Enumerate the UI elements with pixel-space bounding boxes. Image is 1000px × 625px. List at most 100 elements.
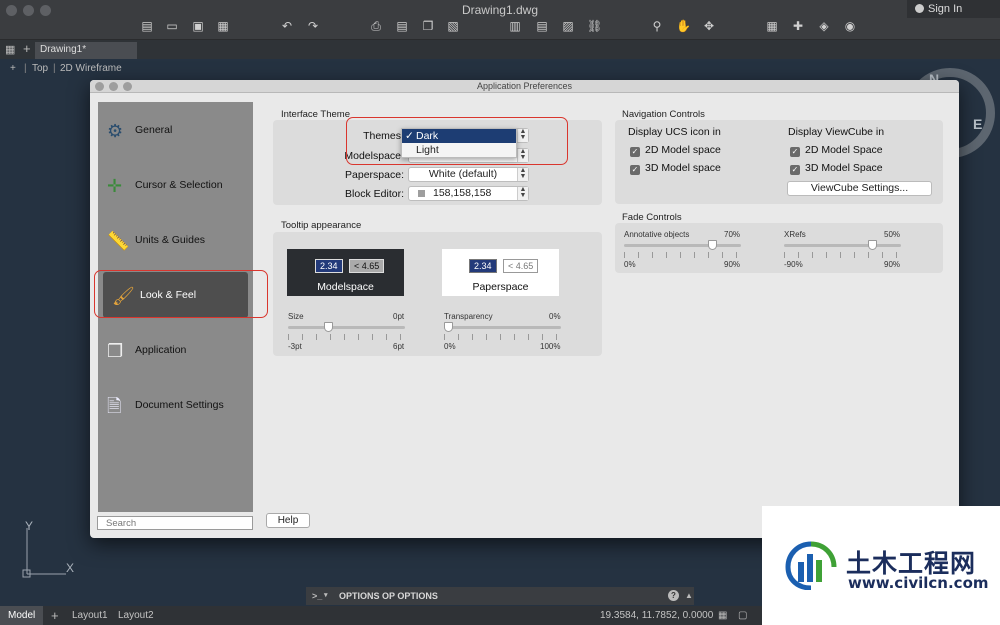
sidebar-item-document-settings[interactable]: 🗎 Document Settings: [98, 382, 253, 428]
annotative-slider[interactable]: [624, 240, 741, 250]
block-editor-select[interactable]: 158,158,158 ▲ ▼: [408, 186, 529, 201]
xrefs-slider-knob[interactable]: [868, 240, 877, 250]
add-layout-icon[interactable]: +: [51, 606, 59, 625]
command-prompt-icon[interactable]: >_: [312, 587, 322, 605]
xrefs-slider[interactable]: [784, 240, 901, 250]
sidebar-item-application[interactable]: ❐ Application: [98, 327, 253, 373]
layout1-tab[interactable]: Layout1: [64, 606, 116, 625]
transparency-slider[interactable]: [444, 322, 561, 332]
annotative-slider-knob[interactable]: [708, 240, 717, 250]
sign-in-button[interactable]: Sign In: [907, 0, 1000, 18]
properties-icon[interactable]: ▨: [561, 20, 575, 33]
highlight-themes: [346, 117, 568, 165]
ucs-3d-checkbox[interactable]: ✓ 3D Model space: [630, 162, 721, 175]
block-editor-value: 158,158,158: [433, 187, 492, 199]
civilcn-logo-icon: [785, 541, 837, 590]
pan-hand-icon[interactable]: ✋: [676, 20, 691, 33]
help-icon[interactable]: ?: [668, 590, 679, 601]
checkbox-label: 3D Model space: [645, 162, 721, 174]
import-icon[interactable]: ▥: [508, 20, 522, 33]
dialog-minimize-button[interactable]: [109, 82, 118, 91]
size-slider[interactable]: [288, 322, 405, 332]
sidebar-item-cursor-selection[interactable]: ✛ Cursor & Selection: [98, 162, 253, 208]
watermark-url: www.civilcn.com: [848, 574, 989, 592]
snap-toggle-icon[interactable]: ▢: [738, 606, 747, 625]
copy-icon[interactable]: ❐: [421, 20, 435, 33]
sidebar-item-label: Application: [135, 344, 187, 356]
export-icon[interactable]: ▤: [535, 20, 549, 33]
visual-style-label[interactable]: 2D Wireframe: [60, 60, 122, 78]
new-file-icon[interactable]: ▤: [140, 20, 154, 33]
view-direction-label[interactable]: Top: [32, 60, 48, 78]
help-button[interactable]: Help: [266, 513, 310, 528]
paperspace-value: White (default): [428, 168, 498, 180]
layout2-tab[interactable]: Layout2: [110, 606, 162, 625]
sign-in-label: Sign In: [928, 3, 963, 15]
size-ticks: [288, 334, 405, 340]
zoom-icon[interactable]: ⚲: [650, 20, 664, 33]
search-input[interactable]: Search: [97, 516, 253, 530]
render-icon[interactable]: ▦: [765, 20, 779, 33]
grid-toggle-icon[interactable]: ▦: [718, 606, 727, 625]
undo-icon[interactable]: ↶: [280, 20, 294, 33]
layers-icon[interactable]: ▧: [446, 20, 460, 33]
command-text: OPTIONS OP OPTIONS: [339, 591, 438, 601]
dialog-title: Application Preferences: [476, 81, 573, 91]
tooltip-paperspace-preview: 2.34 < 4.65 Paperspace: [442, 249, 559, 296]
stepper-icon: ▲ ▼: [517, 186, 528, 200]
command-line[interactable]: >_ ▾ OPTIONS OP OPTIONS ? ▲: [306, 587, 694, 605]
plugin-icon[interactable]: ✚: [791, 20, 805, 33]
grid-menu-icon[interactable]: ▦: [5, 43, 15, 56]
annotative-ticks: [624, 252, 741, 258]
sidebar-item-units-guides[interactable]: 📏 Units & Guides: [98, 217, 253, 263]
save-as-icon[interactable]: ▦: [216, 20, 230, 33]
ucs-title: Display UCS icon in: [628, 126, 721, 138]
user-icon: [915, 4, 924, 13]
ucs-y-label: Y: [25, 519, 34, 533]
publish-icon[interactable]: ▤: [395, 20, 409, 33]
annotative-min: 0%: [624, 260, 636, 269]
checkbox-label: 2D Model space: [645, 144, 721, 156]
lights-icon[interactable]: ◉: [843, 20, 857, 33]
prompt-dropdown-icon[interactable]: ▾: [324, 587, 328, 605]
checkmark-icon: ✓: [630, 147, 640, 157]
sidebar-item-general[interactable]: ⚙ General: [98, 107, 253, 153]
sidebar-item-label: Document Settings: [135, 399, 224, 411]
annotative-value: 70%: [724, 230, 741, 239]
transparency-slider-knob[interactable]: [444, 322, 453, 332]
paperspace-select[interactable]: White (default) ▲ ▼: [408, 167, 529, 182]
ruler-icon: 📏: [107, 231, 130, 251]
viewcube-2d-checkbox[interactable]: ✓ 2D Model Space: [790, 144, 883, 157]
sidebar-item-label: Units & Guides: [135, 234, 206, 246]
sample-value-a: 2.34: [315, 259, 343, 273]
expand-up-icon[interactable]: ▲: [685, 587, 693, 605]
dialog-zoom-button[interactable]: [123, 82, 132, 91]
viewport-menu-icon[interactable]: +: [10, 60, 16, 78]
save-icon[interactable]: ▣: [191, 20, 205, 33]
size-slider-knob[interactable]: [324, 322, 333, 332]
open-folder-icon[interactable]: ▭: [165, 20, 179, 33]
xrefs-value: 50%: [884, 230, 901, 239]
dialog-close-button[interactable]: [95, 82, 104, 91]
interface-theme-title: Interface Theme: [281, 109, 351, 120]
sidebar-item-label: Cursor & Selection: [135, 179, 223, 191]
tab-drawing1[interactable]: Drawing1*: [35, 42, 137, 59]
application-preferences-dialog: Application Preferences ⚙ General ✛ Curs…: [90, 80, 959, 538]
tooltip-modelspace-preview: 2.34 < 4.65 Modelspace: [287, 249, 404, 296]
viewcube-settings-button[interactable]: ViewCube Settings...: [787, 181, 932, 196]
dialog-title-bar: Application Preferences: [90, 80, 959, 93]
viewcube-3d-checkbox[interactable]: ✓ 3D Model Space: [790, 162, 883, 175]
model-tab[interactable]: Model: [0, 606, 44, 625]
sample-value-a: 2.34: [469, 259, 497, 273]
ucs-2d-checkbox[interactable]: ✓ 2D Model space: [630, 144, 721, 157]
orbit-icon[interactable]: ✥: [702, 20, 716, 33]
material-icon[interactable]: ◈: [817, 20, 831, 33]
color-swatch: [418, 190, 425, 197]
print-icon[interactable]: ⎙: [369, 20, 383, 33]
link-icon[interactable]: ⛓: [587, 20, 602, 33]
checkbox-label: 3D Model Space: [805, 162, 883, 174]
add-tab-icon[interactable]: +: [23, 41, 31, 56]
viewcube-title: Display ViewCube in: [788, 126, 885, 138]
redo-icon[interactable]: ↷: [306, 20, 320, 33]
title-bar: Drawing1.dwg Sign In ▤ ▭ ▣ ▦ ↶ ↷ ⎙ ▤ ❐ ▧…: [0, 0, 1000, 40]
